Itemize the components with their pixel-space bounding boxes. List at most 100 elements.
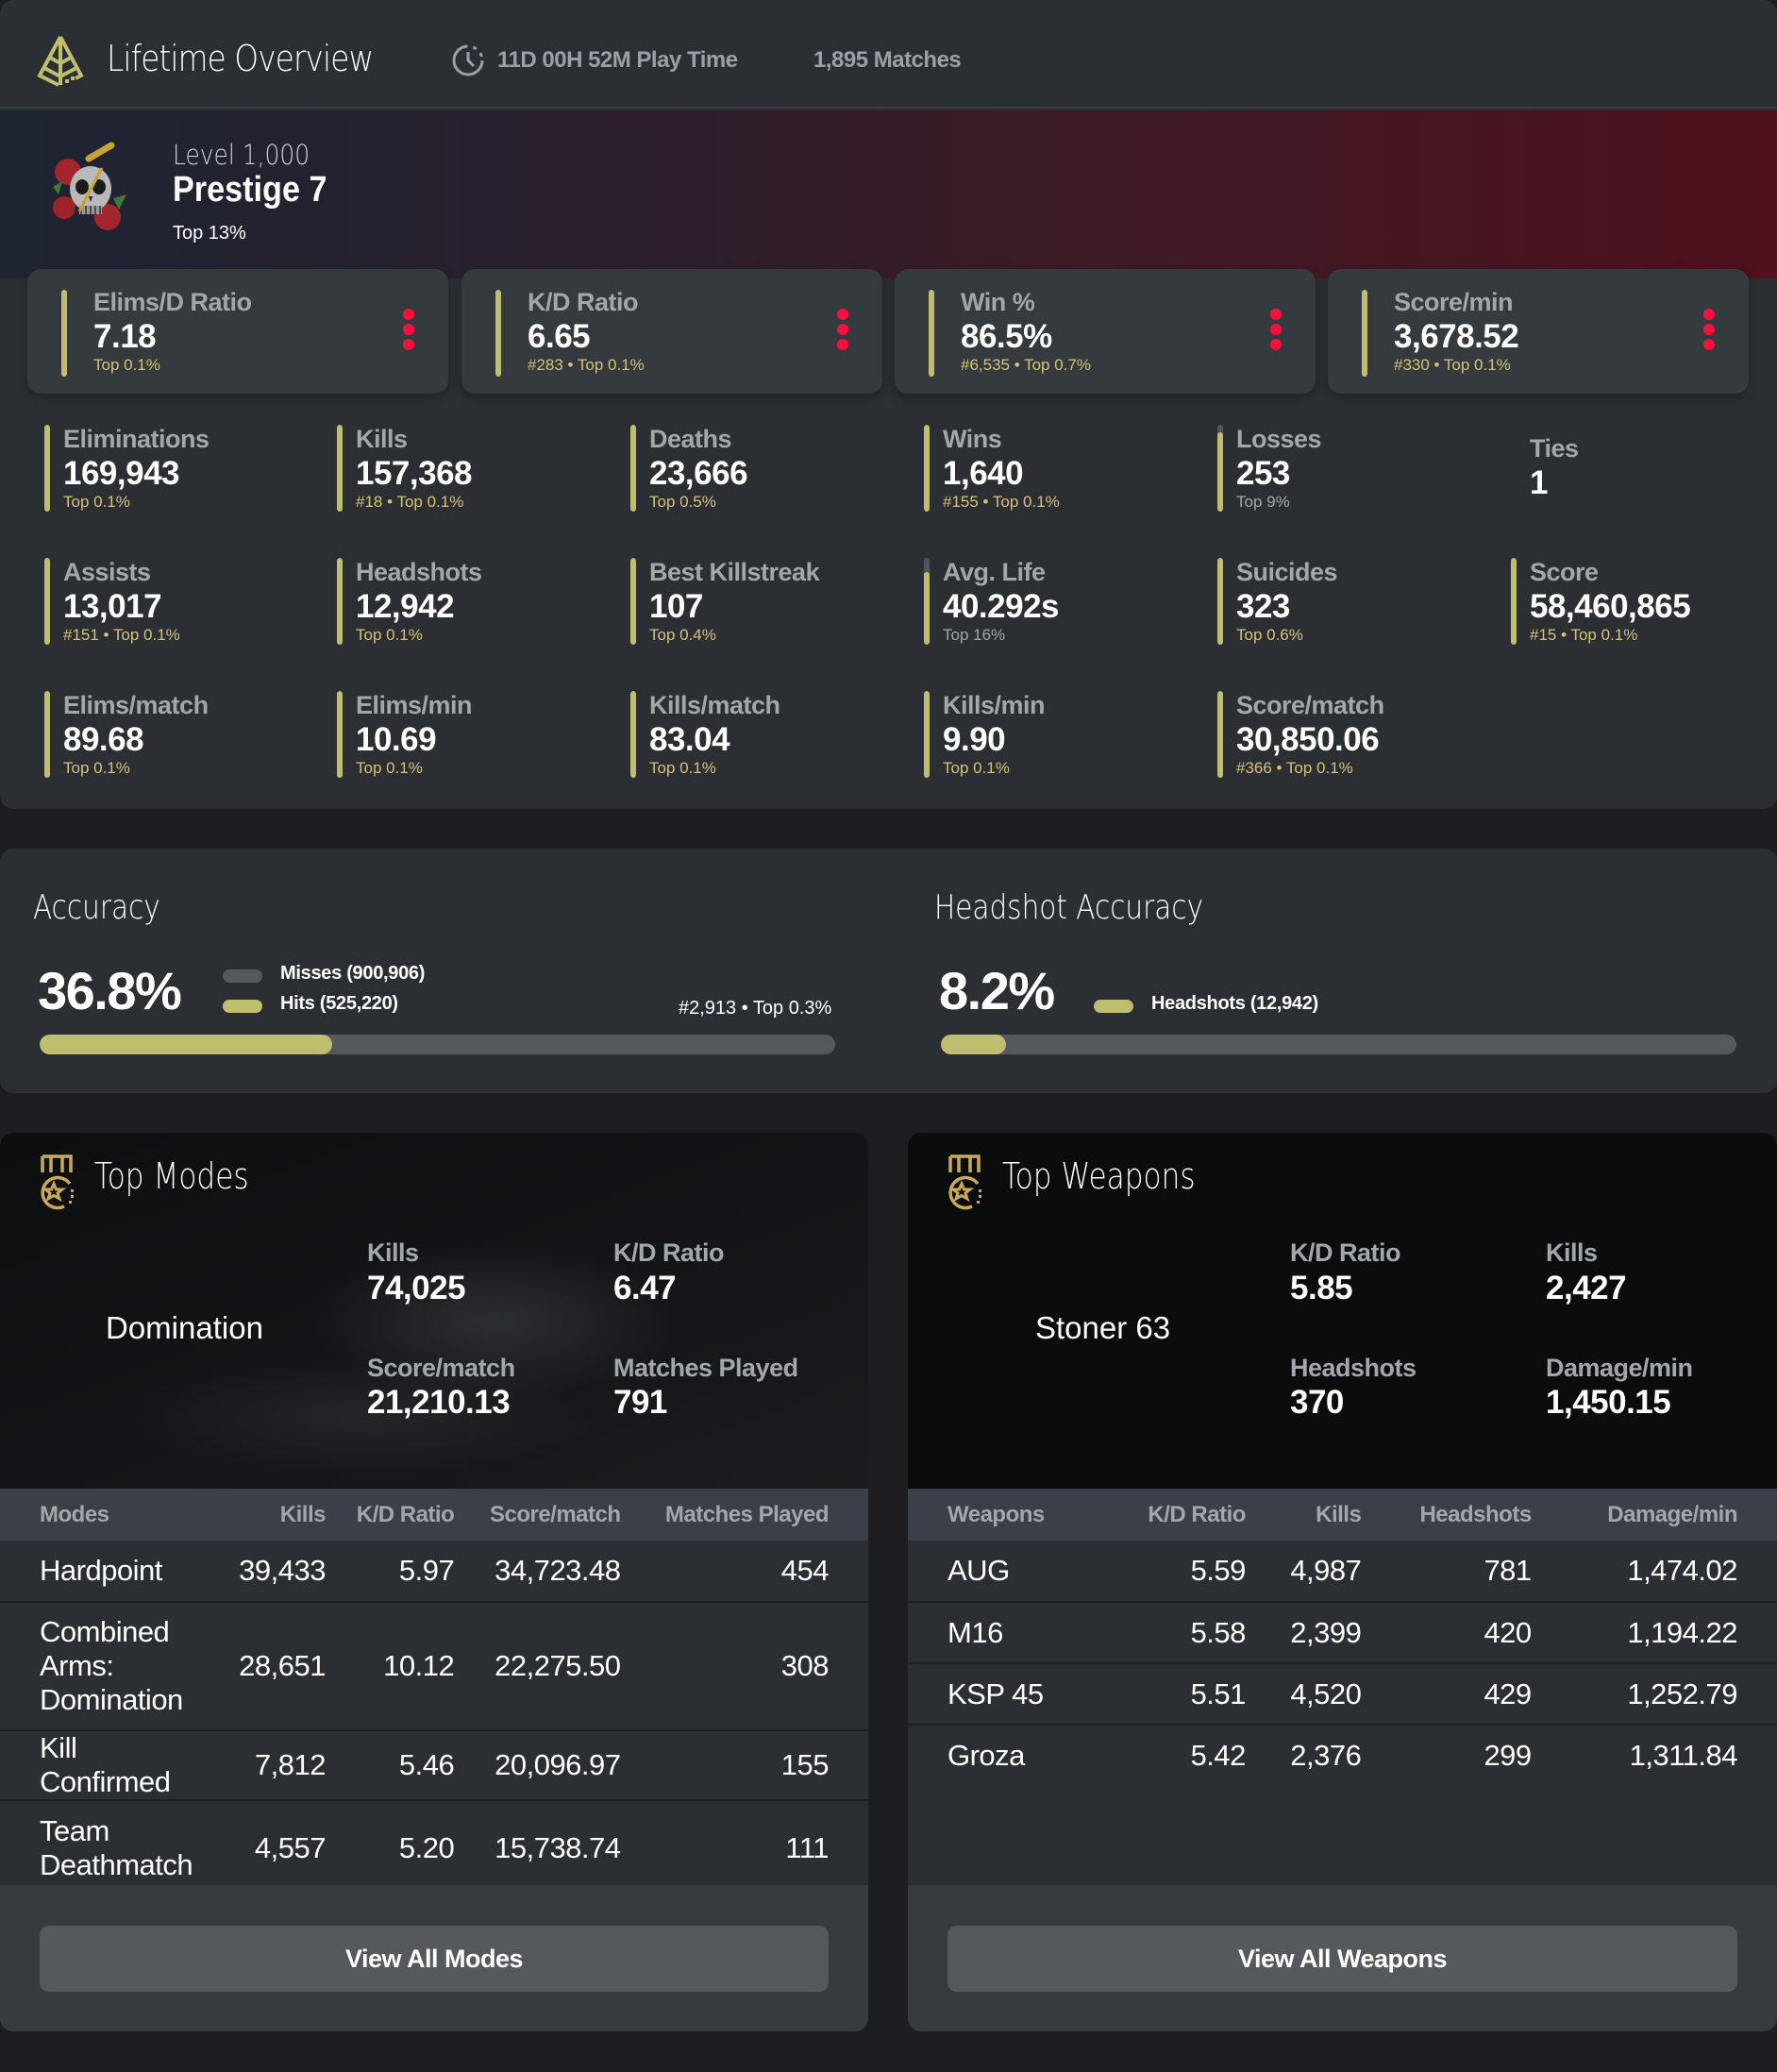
player-level: Level 1,000 bbox=[173, 139, 310, 171]
cell-value: 4,520 bbox=[1290, 1676, 1362, 1710]
stat-ties: Ties 1 bbox=[1511, 425, 1777, 519]
stat-value: 12,942 bbox=[356, 588, 455, 625]
stat-rank: Top 0.4% bbox=[649, 626, 716, 644]
stat-elims-match: Elims/match 89.68 Top 0.1% bbox=[44, 691, 327, 785]
percentile-bar-fill bbox=[44, 558, 50, 645]
stat-rank: #18 • Top 0.1% bbox=[356, 493, 464, 511]
stat-value: 107 bbox=[649, 588, 703, 625]
table-row[interactable]: M16 5.58 2,399 420 1,194.22 bbox=[908, 1602, 1777, 1663]
cell-value: 22,275.50 bbox=[495, 1649, 621, 1682]
column-header[interactable]: Modes bbox=[0, 1489, 217, 1541]
percentile-bar-fill bbox=[1217, 691, 1223, 778]
headshots-count: (12,942) bbox=[1249, 993, 1318, 1014]
table-row[interactable]: Hardpoint 39,433 5.97 34,723.48 454 bbox=[0, 1541, 868, 1602]
column-header[interactable]: Matches Played bbox=[629, 1489, 868, 1541]
pyramid-logo-icon bbox=[37, 36, 84, 87]
stat-label: Headshots bbox=[356, 558, 482, 586]
accuracy-bar bbox=[40, 1035, 835, 1054]
featured-stat-label: Score/match bbox=[367, 1354, 515, 1382]
more-options-icon[interactable] bbox=[1270, 309, 1283, 356]
stat-label: Ties bbox=[1530, 434, 1579, 463]
cell-value: 5.42 bbox=[1190, 1739, 1247, 1772]
cell-value: 1,311.84 bbox=[1629, 1739, 1738, 1772]
stat-deaths: Deaths 23,666 Top 0.5% bbox=[630, 425, 914, 519]
stat-label: Kills bbox=[356, 425, 408, 453]
featured-stat-value: 74,025 bbox=[367, 1270, 466, 1306]
featured-weapon-name: Stoner 63 bbox=[1035, 1310, 1171, 1345]
top-weapons-panel: Top Weapons Stoner 63 K/D Ratio 5.85 Kil… bbox=[908, 1133, 1777, 2031]
row-name: Team Deathmatch bbox=[40, 1813, 193, 1881]
column-header[interactable]: Kills bbox=[217, 1489, 333, 1541]
table-row[interactable]: Combined Arms: Domination 28,651 10.12 22,2… bbox=[0, 1602, 868, 1730]
percentile-bar-fill bbox=[630, 691, 636, 778]
percentile-bar bbox=[495, 290, 501, 377]
cell-value: 5.46 bbox=[398, 1748, 455, 1781]
featured-stat-value: 1,450.15 bbox=[1546, 1384, 1671, 1421]
column-header[interactable]: Damage/min bbox=[1539, 1489, 1777, 1541]
table-row[interactable]: Groza 5.42 2,376 299 1,311.84 bbox=[908, 1725, 1777, 1786]
play-time: 11D 00H 52M Play Time bbox=[497, 47, 738, 73]
stat-value: 9.90 bbox=[943, 721, 1006, 758]
percentile-bar bbox=[61, 290, 67, 377]
stat-value: 1,640 bbox=[943, 455, 1024, 492]
column-header[interactable]: Weapons bbox=[908, 1489, 1101, 1541]
column-header[interactable]: K/D Ratio bbox=[1101, 1489, 1253, 1541]
table-row[interactable]: AUG 5.59 4,987 781 1,474.02 bbox=[908, 1541, 1777, 1602]
stat-value: 323 bbox=[1236, 588, 1290, 625]
table-row[interactable]: Kill Confirmed 7,812 5.46 20,096.97 155 bbox=[0, 1730, 868, 1800]
table-row[interactable]: Team Deathmatch 4,557 5.20 15,738.74 111 bbox=[0, 1800, 868, 1895]
accuracy-bar-fill bbox=[40, 1035, 333, 1054]
cell-value: 5.58 bbox=[1190, 1615, 1247, 1649]
stat-label: Win % bbox=[961, 288, 1035, 316]
view-all-weapons-button[interactable]: View All Weapons bbox=[947, 1926, 1737, 1992]
percentile-bar bbox=[1511, 558, 1517, 645]
percentile-bar-fill bbox=[337, 558, 343, 645]
row-name: Groza bbox=[947, 1739, 1025, 1772]
percentile-bar bbox=[337, 425, 343, 512]
featured-stat-label: Kills bbox=[1546, 1238, 1598, 1267]
cell-value: 308 bbox=[780, 1649, 830, 1682]
stat-value: 83.04 bbox=[649, 721, 730, 758]
stat-label: Wins bbox=[943, 425, 1002, 453]
stat-rank: Top 0.5% bbox=[649, 493, 716, 511]
percentile-bar-fill bbox=[337, 425, 343, 512]
column-header[interactable]: K/D Ratio bbox=[333, 1489, 461, 1541]
hits-swatch bbox=[223, 1000, 262, 1013]
row-name: KSP 45 bbox=[947, 1676, 1044, 1710]
cell-value: 111 bbox=[785, 1830, 829, 1864]
cell-value: 1,474.02 bbox=[1627, 1554, 1737, 1587]
column-header[interactable]: Headshots bbox=[1368, 1489, 1538, 1541]
featured-mode-name: Domination bbox=[106, 1310, 263, 1345]
percentile-bar bbox=[1217, 425, 1223, 512]
stat-value: 1 bbox=[1530, 464, 1548, 501]
featured-stat-label: Damage/min bbox=[1546, 1354, 1693, 1382]
stat-label: Deaths bbox=[649, 425, 732, 453]
table-row[interactable]: KSP 45 5.51 4,520 429 1,252.79 bbox=[908, 1663, 1777, 1725]
percentile-bar-fill bbox=[630, 425, 636, 512]
stat-rank: Top 0.1% bbox=[943, 759, 1010, 777]
stat-value: 10.69 bbox=[356, 721, 437, 758]
column-header[interactable]: Score/match bbox=[461, 1489, 628, 1541]
percentile-bar bbox=[337, 558, 343, 645]
lifetime-overview-panel: Lifetime Overview 11D 00H 52M Play Time … bbox=[0, 0, 1777, 809]
more-options-icon[interactable] bbox=[403, 309, 416, 356]
top-modes-title: Top Modes bbox=[94, 1155, 249, 1197]
hits-count: (525,220) bbox=[319, 993, 398, 1014]
featured-stat-value: 2,427 bbox=[1546, 1270, 1627, 1306]
cell-value: 5.20 bbox=[398, 1830, 455, 1864]
stat-label: Assists bbox=[63, 558, 151, 586]
more-options-icon[interactable] bbox=[837, 309, 850, 356]
percentile-bar-fill bbox=[630, 558, 636, 645]
column-header[interactable]: Kills bbox=[1253, 1489, 1368, 1541]
more-options-icon[interactable] bbox=[1703, 309, 1717, 356]
stat-rank: #15 • Top 0.1% bbox=[1530, 626, 1638, 644]
stat-rank: Top 0.1% bbox=[63, 759, 130, 777]
view-all-modes-button[interactable]: View All Modes bbox=[40, 1926, 829, 1992]
misses-count: (900,906) bbox=[346, 963, 426, 984]
percentile-bar bbox=[924, 558, 930, 645]
stat-eliminations: Eliminations 169,943 Top 0.1% bbox=[44, 425, 327, 519]
stat-kills-match: Kills/match 83.04 Top 0.1% bbox=[630, 691, 914, 785]
percentile-bar-fill bbox=[924, 691, 930, 778]
stat-rank: Top 0.1% bbox=[356, 626, 423, 644]
cell-value: 5.51 bbox=[1190, 1676, 1247, 1710]
